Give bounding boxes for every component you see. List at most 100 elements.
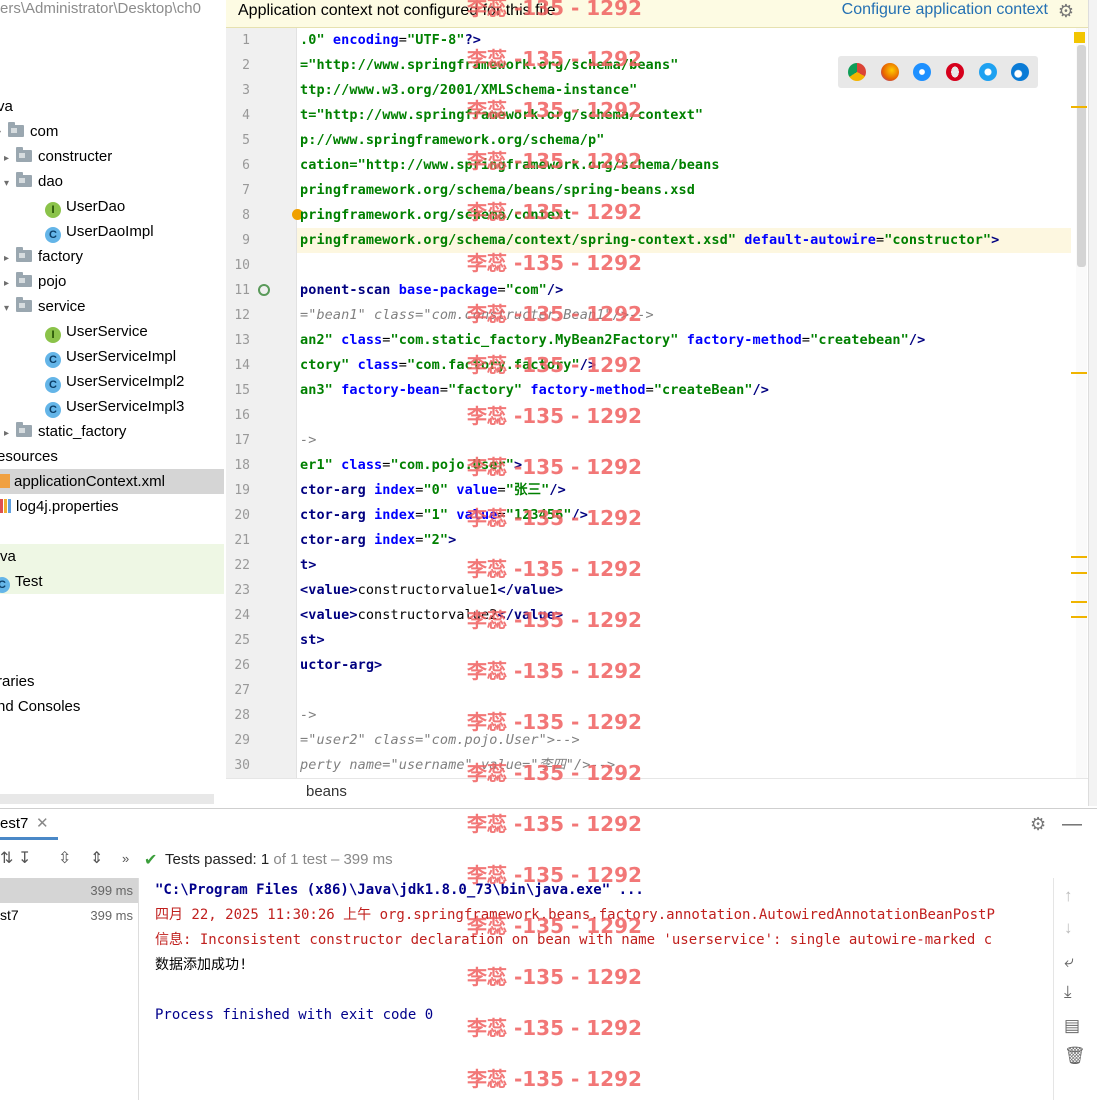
watermark: 李蕊 -135 - 1292 — [467, 353, 642, 377]
collapse-all-icon[interactable]: ⇕ — [90, 848, 103, 868]
code-line[interactable]: ctor-arg index="2"> — [300, 528, 456, 553]
line-number: 12 — [234, 308, 250, 323]
gear-icon[interactable]: ⚙ — [1030, 814, 1046, 835]
spring-bean-icon[interactable] — [258, 284, 270, 296]
tree-item[interactable]: I UserDao — [45, 194, 125, 219]
tree-item[interactable]: ▸ factory — [0, 244, 83, 269]
code-line[interactable]: uctor-arg> — [300, 653, 382, 678]
sort-duration-icon[interactable]: ↧ — [18, 848, 31, 868]
code-token: pringframework.org/schema/context/spring… — [300, 232, 745, 248]
warning-marker[interactable] — [1071, 556, 1087, 558]
scroll-to-end-icon[interactable]: ⤓ — [1064, 982, 1072, 1002]
warning-marker[interactable] — [1071, 572, 1087, 574]
warning-indicator-icon[interactable] — [1074, 32, 1085, 43]
close-icon[interactable]: ✕ — [36, 809, 49, 839]
tree-item[interactable]: ▸ static_factory — [0, 419, 126, 444]
tree-horizontal-scrollbar[interactable] — [0, 794, 214, 804]
edge-icon[interactable] — [1011, 63, 1029, 81]
watermark: 李蕊 -135 - 1292 — [467, 200, 642, 224]
code-token: "0" — [423, 482, 457, 498]
test-row[interactable]: 399 ms — [0, 878, 138, 903]
tree-item[interactable]: ▸ pojo — [0, 269, 66, 294]
tree-item[interactable]: C UserDaoImpl — [45, 219, 154, 244]
tree-item[interactable]: C UserServiceImpl3 — [45, 394, 184, 419]
check-icon: ✔ — [144, 852, 158, 869]
tree-item[interactable]: raries — [0, 669, 35, 694]
code-line[interactable]: st> — [300, 628, 325, 653]
warning-marker[interactable] — [1071, 106, 1087, 108]
code-line[interactable]: ctor-arg index="0" value="张三"/> — [300, 478, 566, 503]
line-number: 6 — [242, 158, 250, 173]
configure-context-link[interactable]: Configure application context — [842, 1, 1048, 19]
project-path: ers\Administrator\Desktop\ch0 — [0, 0, 201, 17]
up-arrow-icon[interactable]: ↑ — [1064, 886, 1073, 906]
line-number: 27 — [234, 683, 250, 698]
expand-arrow-icon[interactable]: ▾ — [0, 121, 8, 146]
expand-arrow-icon[interactable]: ▸ — [4, 271, 16, 296]
sort-icon[interactable]: ⇅ — [0, 848, 13, 868]
down-arrow-icon[interactable]: ↓ — [1064, 918, 1073, 938]
properties-file-icon — [0, 499, 12, 513]
tree-item[interactable]: va — [0, 94, 13, 119]
tree-item[interactable]: C Test — [0, 569, 224, 594]
tree-item[interactable]: ▾ service — [0, 294, 86, 319]
tree-item[interactable]: C UserServiceImpl — [45, 344, 176, 369]
watermark: 李蕊 -135 - 1292 — [467, 914, 642, 938]
opera-icon[interactable] — [946, 63, 964, 81]
ie-icon[interactable] — [979, 63, 997, 81]
warning-marker[interactable] — [1071, 601, 1087, 603]
print-icon[interactable]: ▤ — [1064, 1016, 1080, 1036]
code-token: class — [341, 332, 383, 348]
code-token: > — [448, 532, 457, 548]
editor-scrollbar-thumb[interactable] — [1077, 45, 1086, 267]
tree-item[interactable]: I UserService — [45, 319, 148, 344]
more-icon[interactable]: » — [122, 851, 129, 866]
tree-item[interactable]: esources — [0, 444, 58, 469]
expand-arrow-icon[interactable]: ▸ — [4, 421, 16, 446]
tree-item[interactable]: applicationContext.xml — [0, 469, 224, 494]
tree-item[interactable]: ▾ com — [0, 119, 58, 144]
folder-icon — [16, 297, 32, 312]
tree-item[interactable]: nd Consoles — [0, 694, 80, 719]
expand-arrow-icon[interactable]: ▾ — [4, 171, 16, 196]
code-line[interactable]: t> — [300, 553, 316, 578]
code-token: an2" — [300, 332, 342, 348]
folder-icon — [16, 422, 32, 437]
watermark: 李蕊 -135 - 1292 — [467, 710, 642, 734]
breadcrumb[interactable]: beans — [306, 783, 347, 800]
code-line[interactable]: -> — [300, 428, 316, 453]
expand-arrow-icon[interactable]: ▸ — [4, 146, 16, 171]
chrome-icon[interactable] — [848, 63, 866, 81]
code-line[interactable]: pringframework.org/schema/context/spring… — [300, 228, 999, 253]
tree-item-label: raries — [0, 673, 35, 690]
warning-marker[interactable] — [1071, 372, 1087, 374]
soft-wrap-icon[interactable]: ⤶ — [1064, 952, 1074, 972]
watermark: 李蕊 -135 - 1292 — [467, 1067, 642, 1091]
firefox-icon[interactable] — [881, 63, 899, 81]
tree-item[interactable]: ▾ dao — [0, 169, 63, 194]
trash-icon[interactable]: 🗑 — [1064, 1046, 1086, 1066]
warning-marker[interactable] — [1071, 616, 1087, 618]
code-token: "com.static_factory.MyBean2Factory" — [390, 332, 687, 348]
code-line[interactable]: .0" encoding="UTF-8"?> — [300, 28, 481, 53]
code-token: = — [875, 232, 885, 248]
watermark: 李蕊 -135 - 1292 — [467, 863, 642, 887]
gear-icon[interactable]: ⚙ — [1058, 1, 1074, 22]
breadcrumb-bar: beans — [226, 778, 1088, 808]
tree-item-label: UserServiceImpl3 — [66, 398, 185, 415]
minimize-icon[interactable]: — — [1062, 813, 1082, 836]
expand-all-icon[interactable]: ⇳ — [58, 848, 71, 868]
line-number: 9 — [242, 233, 250, 248]
tree-item[interactable]: log4j.properties — [0, 494, 119, 519]
tree-item[interactable]: C UserServiceImpl2 — [45, 369, 184, 394]
tree-item[interactable]: va — [0, 544, 224, 569]
code-line[interactable]: -> — [300, 703, 316, 728]
tree-item[interactable]: ▸ constructer — [0, 144, 112, 169]
expand-arrow-icon[interactable]: ▾ — [4, 296, 16, 321]
interface-icon: I — [45, 202, 61, 218]
expand-arrow-icon[interactable]: ▸ — [4, 246, 16, 271]
test-row[interactable]: st7 399 ms — [0, 903, 138, 928]
code-editor[interactable]: .0" encoding="UTF-8"?> ="http://www.sprin… — [297, 28, 1071, 778]
safari-icon[interactable] — [913, 63, 931, 81]
run-tab[interactable]: est7 — [0, 809, 28, 839]
